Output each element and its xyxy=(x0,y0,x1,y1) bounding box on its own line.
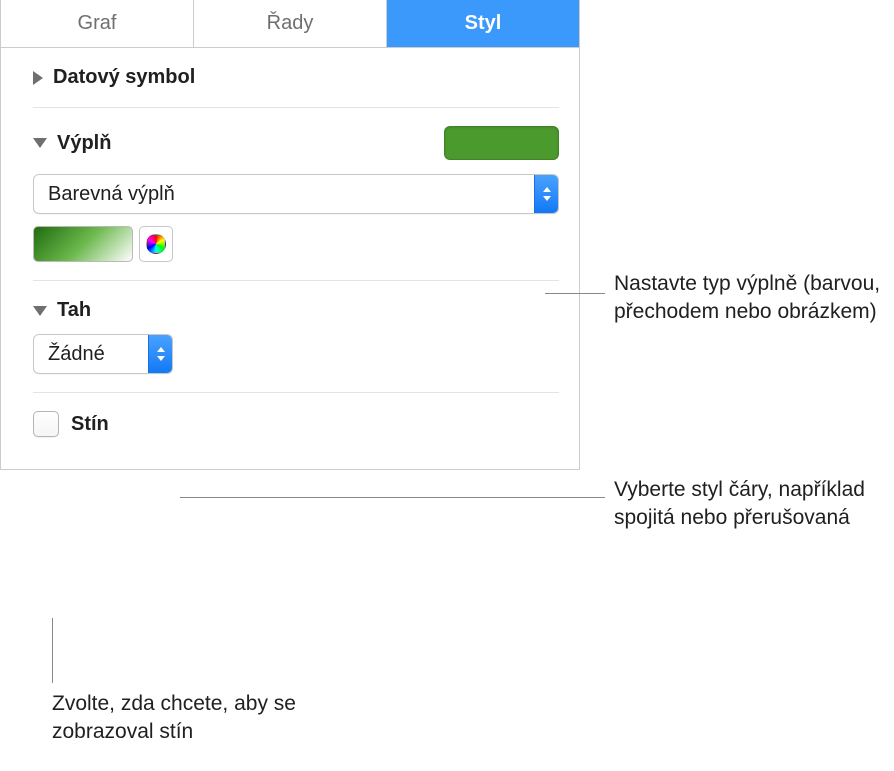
callout-fill-type: Nastavte typ výplně (barvou, přechodem n… xyxy=(614,270,884,327)
fill-type-select[interactable]: Barevná výplň xyxy=(33,174,559,214)
fill-color-swatch[interactable] xyxy=(444,126,559,160)
tab-bar: Graf Řady Styl xyxy=(1,0,579,48)
tab-chart[interactable]: Graf xyxy=(1,0,194,47)
color-wheel-icon xyxy=(146,234,166,254)
fill-gradient-preview[interactable] xyxy=(33,226,133,262)
fill-color-row xyxy=(33,226,559,262)
section-fill: Výplň Barevná výplň xyxy=(33,108,559,281)
fill-type-label: Barevná výplň xyxy=(48,183,175,206)
section-shadow: Stín xyxy=(33,393,559,449)
fill-title: Výplň xyxy=(57,132,111,155)
tab-series[interactable]: Řady xyxy=(194,0,387,47)
shadow-checkbox[interactable] xyxy=(33,411,59,437)
tab-style[interactable]: Styl xyxy=(387,0,579,47)
inspector-panel: Graf Řady Styl Datový symbol Výplň Barev… xyxy=(0,0,580,470)
data-symbol-title: Datový symbol xyxy=(53,66,195,89)
stroke-header[interactable]: Tah xyxy=(33,299,559,322)
callout-stroke-style: Vyberte styl čáry, například spojitá neb… xyxy=(614,476,874,533)
stroke-type-select[interactable]: Žádné xyxy=(33,334,173,374)
section-data-symbol: Datový symbol xyxy=(33,48,559,108)
fill-header[interactable]: Výplň xyxy=(33,132,111,155)
section-stroke: Tah Žádné xyxy=(33,281,559,393)
color-picker-button[interactable] xyxy=(139,226,173,262)
data-symbol-header[interactable]: Datový symbol xyxy=(33,66,559,89)
shadow-title: Stín xyxy=(71,413,109,436)
stroke-title: Tah xyxy=(57,299,91,322)
chevron-right-icon xyxy=(33,71,43,85)
stroke-type-label: Žádné xyxy=(48,343,105,366)
callout-line xyxy=(52,618,53,683)
chevron-down-icon xyxy=(33,138,47,148)
callout-line xyxy=(180,497,605,498)
popup-arrows-icon xyxy=(148,335,172,373)
popup-arrows-icon xyxy=(534,175,558,213)
chevron-down-icon xyxy=(33,306,47,316)
callout-shadow: Zvolte, zda chcete, aby se zobrazoval st… xyxy=(52,690,352,747)
panel-body: Datový symbol Výplň Barevná výplň xyxy=(1,48,579,469)
